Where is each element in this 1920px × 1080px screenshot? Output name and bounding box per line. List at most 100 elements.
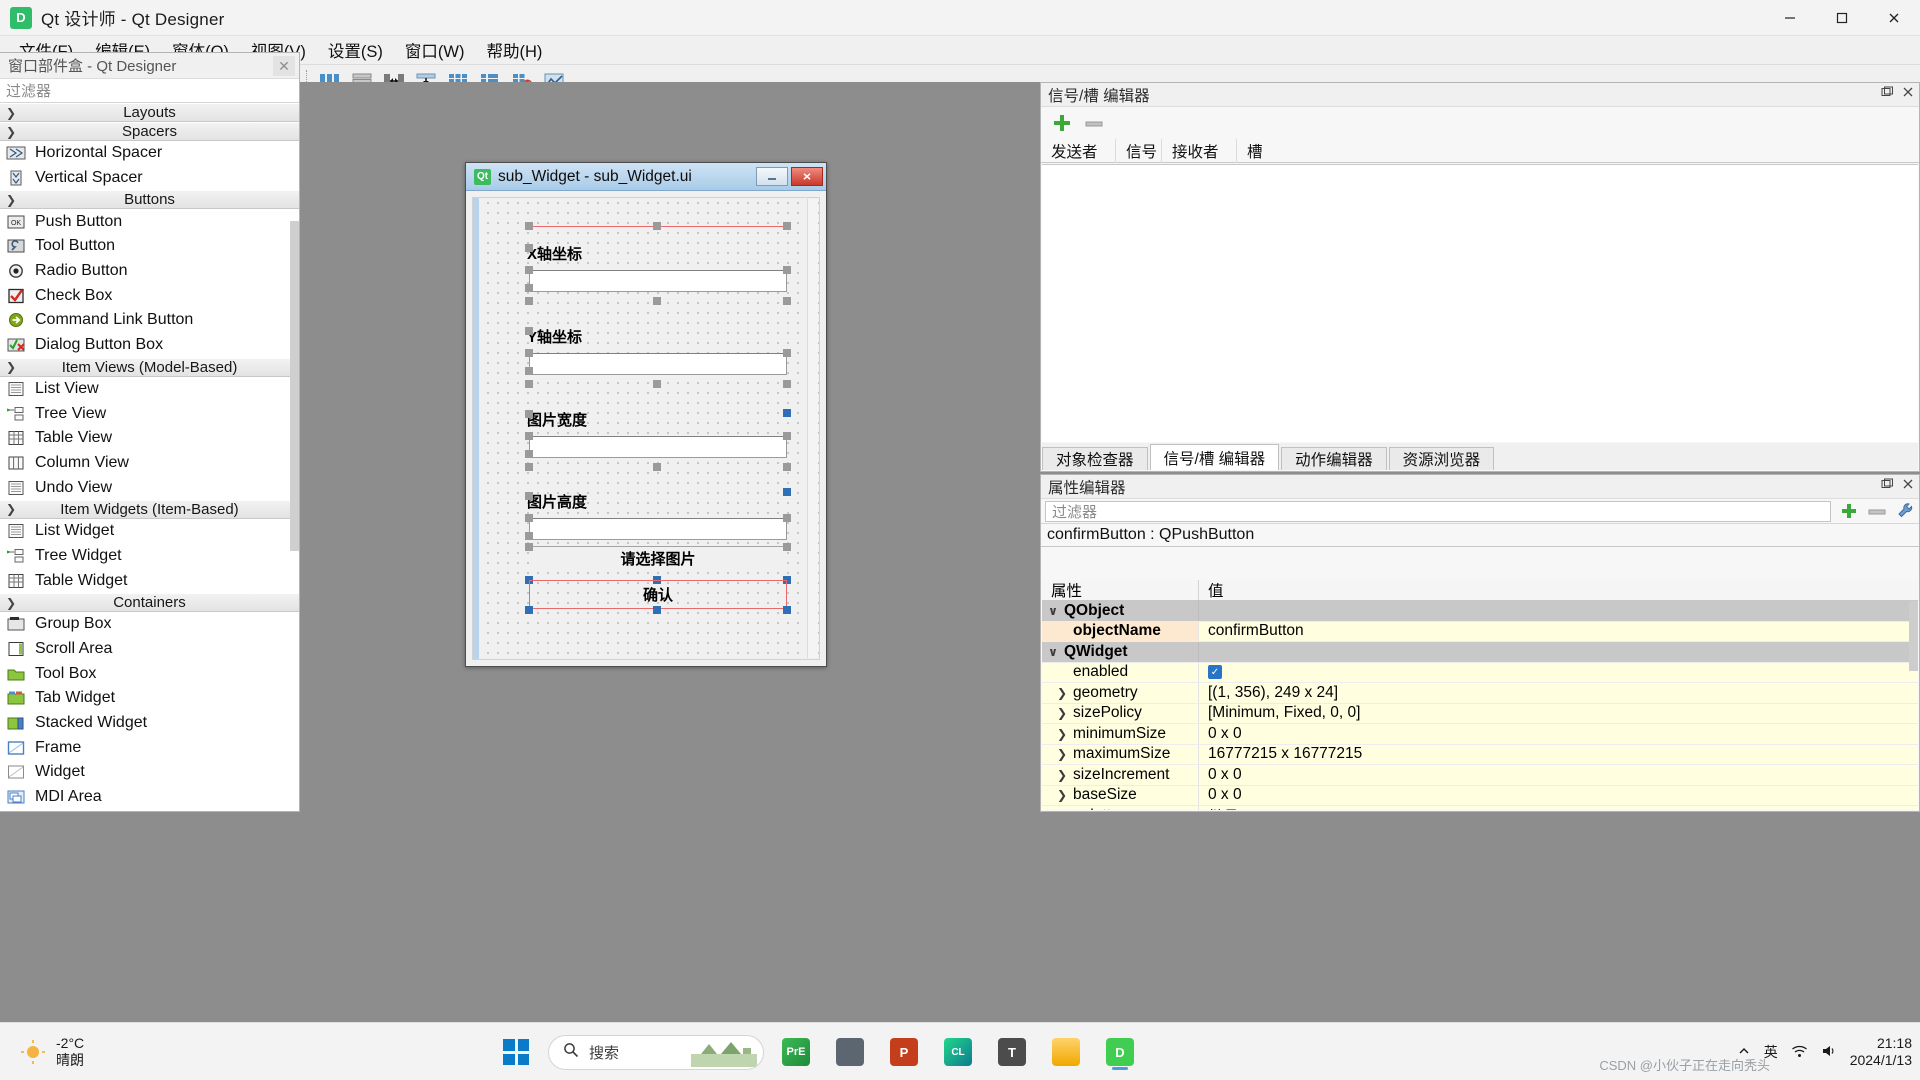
resize-handle[interactable] — [525, 432, 533, 440]
widget-box-list[interactable]: ❯ Layouts ❯ Spacers Horizontal Spacer Ve… — [0, 103, 299, 811]
widget-group-item-widgets[interactable]: ❯ Item Widgets (Item-Based) — [0, 499, 299, 519]
resize-handle[interactable] — [525, 492, 533, 500]
minimize-icon[interactable] — [756, 167, 788, 186]
typora-icon[interactable]: T — [990, 1030, 1034, 1074]
widget-item-tab-widget[interactable]: Tab Widget — [0, 686, 299, 711]
resize-handle[interactable] — [783, 349, 791, 357]
resize-handle[interactable] — [783, 297, 791, 305]
widget-group-spacers[interactable]: ❯ Spacers — [0, 122, 299, 141]
resize-handle[interactable] — [783, 463, 791, 471]
resize-handle[interactable] — [653, 297, 661, 305]
clion-icon[interactable]: CL — [936, 1030, 980, 1074]
menu-settings[interactable]: 设置(S) — [317, 35, 394, 65]
property-row-objectname[interactable]: objectName confirmButton — [1042, 621, 1918, 642]
widget-item-frame[interactable]: Frame — [0, 735, 299, 760]
form-input-image-height[interactable] — [529, 518, 787, 540]
resize-handle[interactable] — [525, 266, 533, 274]
widget-item-horizontal-spacer[interactable]: Horizontal Spacer — [0, 141, 299, 166]
resize-handle[interactable] — [783, 266, 791, 274]
widget-item-stacked-widget[interactable]: Stacked Widget — [0, 711, 299, 736]
form-scrollbar[interactable] — [807, 199, 818, 658]
menu-help[interactable]: 帮助(H) — [475, 35, 553, 65]
form-input-image-width[interactable] — [529, 436, 787, 458]
windows-start-icon[interactable] — [494, 1030, 538, 1074]
add-icon[interactable] — [1835, 501, 1863, 521]
tab-object-inspector[interactable]: 对象检查器 — [1042, 447, 1148, 470]
menu-window[interactable]: 窗口(W) — [394, 35, 476, 65]
property-row-enabled[interactable]: enabled ✓ — [1042, 662, 1918, 683]
resize-handle[interactable] — [525, 222, 533, 230]
chevron-down-icon[interactable]: ∨ — [1042, 604, 1064, 618]
maximize-icon[interactable] — [1816, 0, 1868, 36]
resize-handle[interactable] — [525, 410, 533, 418]
widget-item-push-button[interactable]: OK Push Button — [0, 209, 299, 234]
search-input[interactable]: 搜索 — [548, 1034, 764, 1070]
widget-item-column-view[interactable]: Column View — [0, 451, 299, 476]
float-icon[interactable] — [1881, 86, 1893, 101]
form-input-y[interactable] — [529, 353, 787, 375]
float-icon[interactable] — [1881, 478, 1893, 493]
widget-item-tool-button[interactable]: Tool Button — [0, 234, 299, 259]
property-row-sizepolicy[interactable]: ❯ sizePolicy [Minimum, Fixed, 0, 0] — [1042, 703, 1918, 724]
widget-item-vertical-spacer[interactable]: Vertical Spacer — [0, 166, 299, 191]
widget-item-tree-widget[interactable]: Tree Widget — [0, 544, 299, 569]
clock[interactable]: 21:18 2024/1/13 — [1850, 1035, 1912, 1069]
resize-handle[interactable] — [525, 349, 533, 357]
chevron-right-icon[interactable]: ❯ — [1051, 788, 1073, 802]
remove-icon[interactable] — [1863, 501, 1891, 521]
property-group-qwidget[interactable]: ∨ QWidget — [1042, 642, 1918, 663]
widget-group-containers[interactable]: ❯ Containers — [0, 593, 299, 612]
widget-item-tree-view[interactable]: Tree View — [0, 401, 299, 426]
resize-handle[interactable] — [653, 380, 661, 388]
widget-item-command-link-button[interactable]: Command Link Button — [0, 308, 299, 333]
widget-item-list-view[interactable]: List View — [0, 377, 299, 402]
tab-action-editor[interactable]: 动作编辑器 — [1281, 447, 1387, 470]
property-row-sizeincrement[interactable]: ❯ sizeIncrement 0 x 0 — [1042, 765, 1918, 786]
tab-signal-slot-editor[interactable]: 信号/槽 编辑器 — [1149, 444, 1280, 470]
file-explorer-icon[interactable] — [1044, 1030, 1088, 1074]
form-button-confirm[interactable]: 确认 — [530, 581, 786, 608]
resize-handle[interactable] — [525, 284, 533, 292]
close-icon[interactable] — [1902, 86, 1914, 101]
resize-handle[interactable] — [783, 543, 791, 551]
widget-item-table-widget[interactable]: Table Widget — [0, 568, 299, 593]
network-icon[interactable] — [1791, 1044, 1808, 1061]
resize-handle[interactable] — [653, 463, 661, 471]
resize-handle[interactable] — [525, 367, 533, 375]
resize-handle[interactable] — [525, 380, 533, 388]
widget-item-tool-box[interactable]: Tool Box — [0, 661, 299, 686]
form-canvas[interactable]: X轴坐标 Y轴坐标 图片宽度 图片高度 请选择图片 确认 — [472, 197, 820, 660]
remove-icon[interactable] — [1082, 113, 1105, 134]
widget-item-undo-view[interactable]: Undo View — [0, 475, 299, 500]
volume-icon[interactable] — [1821, 1044, 1837, 1061]
widget-item-widget[interactable]: Widget — [0, 760, 299, 785]
property-row-palette[interactable]: palette 继承 — [1042, 806, 1918, 810]
chevron-right-icon[interactable]: ❯ — [1051, 686, 1073, 700]
chevron-down-icon[interactable]: ∨ — [1042, 645, 1064, 659]
resize-handle[interactable] — [525, 450, 533, 458]
property-row-geometry[interactable]: ❯ geometry [(1, 356), 249 x 24] — [1042, 683, 1918, 704]
resize-handle-selected[interactable] — [783, 409, 791, 417]
resize-handle[interactable] — [525, 463, 533, 471]
resize-handle[interactable] — [783, 432, 791, 440]
widget-item-list-widget[interactable]: List Widget — [0, 519, 299, 544]
property-row-maximumsize[interactable]: ❯ maximumSize 16777215 x 16777215 — [1042, 744, 1918, 765]
chevron-right-icon[interactable]: ❯ — [1051, 768, 1073, 782]
widget-item-radio-button[interactable]: Radio Button — [0, 259, 299, 284]
property-row-minimumsize[interactable]: ❯ minimumSize 0 x 0 — [1042, 724, 1918, 745]
close-icon[interactable] — [1902, 478, 1914, 493]
property-row-basesize[interactable]: ❯ baseSize 0 x 0 — [1042, 785, 1918, 806]
resize-handle[interactable] — [525, 514, 533, 522]
wrench-icon[interactable] — [1891, 501, 1919, 521]
resize-handle-selected[interactable] — [653, 606, 661, 614]
checkbox-checked-icon[interactable]: ✓ — [1208, 665, 1222, 680]
form-button-select-image[interactable]: 请选择图片 — [529, 546, 787, 569]
resize-handle[interactable] — [783, 380, 791, 388]
resize-handle-selected[interactable] — [525, 606, 533, 614]
resize-handle[interactable] — [525, 327, 533, 335]
widget-box-filter[interactable]: 过滤器 — [0, 79, 299, 103]
add-icon[interactable] — [1051, 113, 1072, 134]
qt-designer-taskbar-icon[interactable]: D — [1098, 1030, 1142, 1074]
close-icon[interactable] — [1868, 0, 1920, 36]
property-filter-input[interactable]: 过滤器 — [1045, 500, 1831, 522]
